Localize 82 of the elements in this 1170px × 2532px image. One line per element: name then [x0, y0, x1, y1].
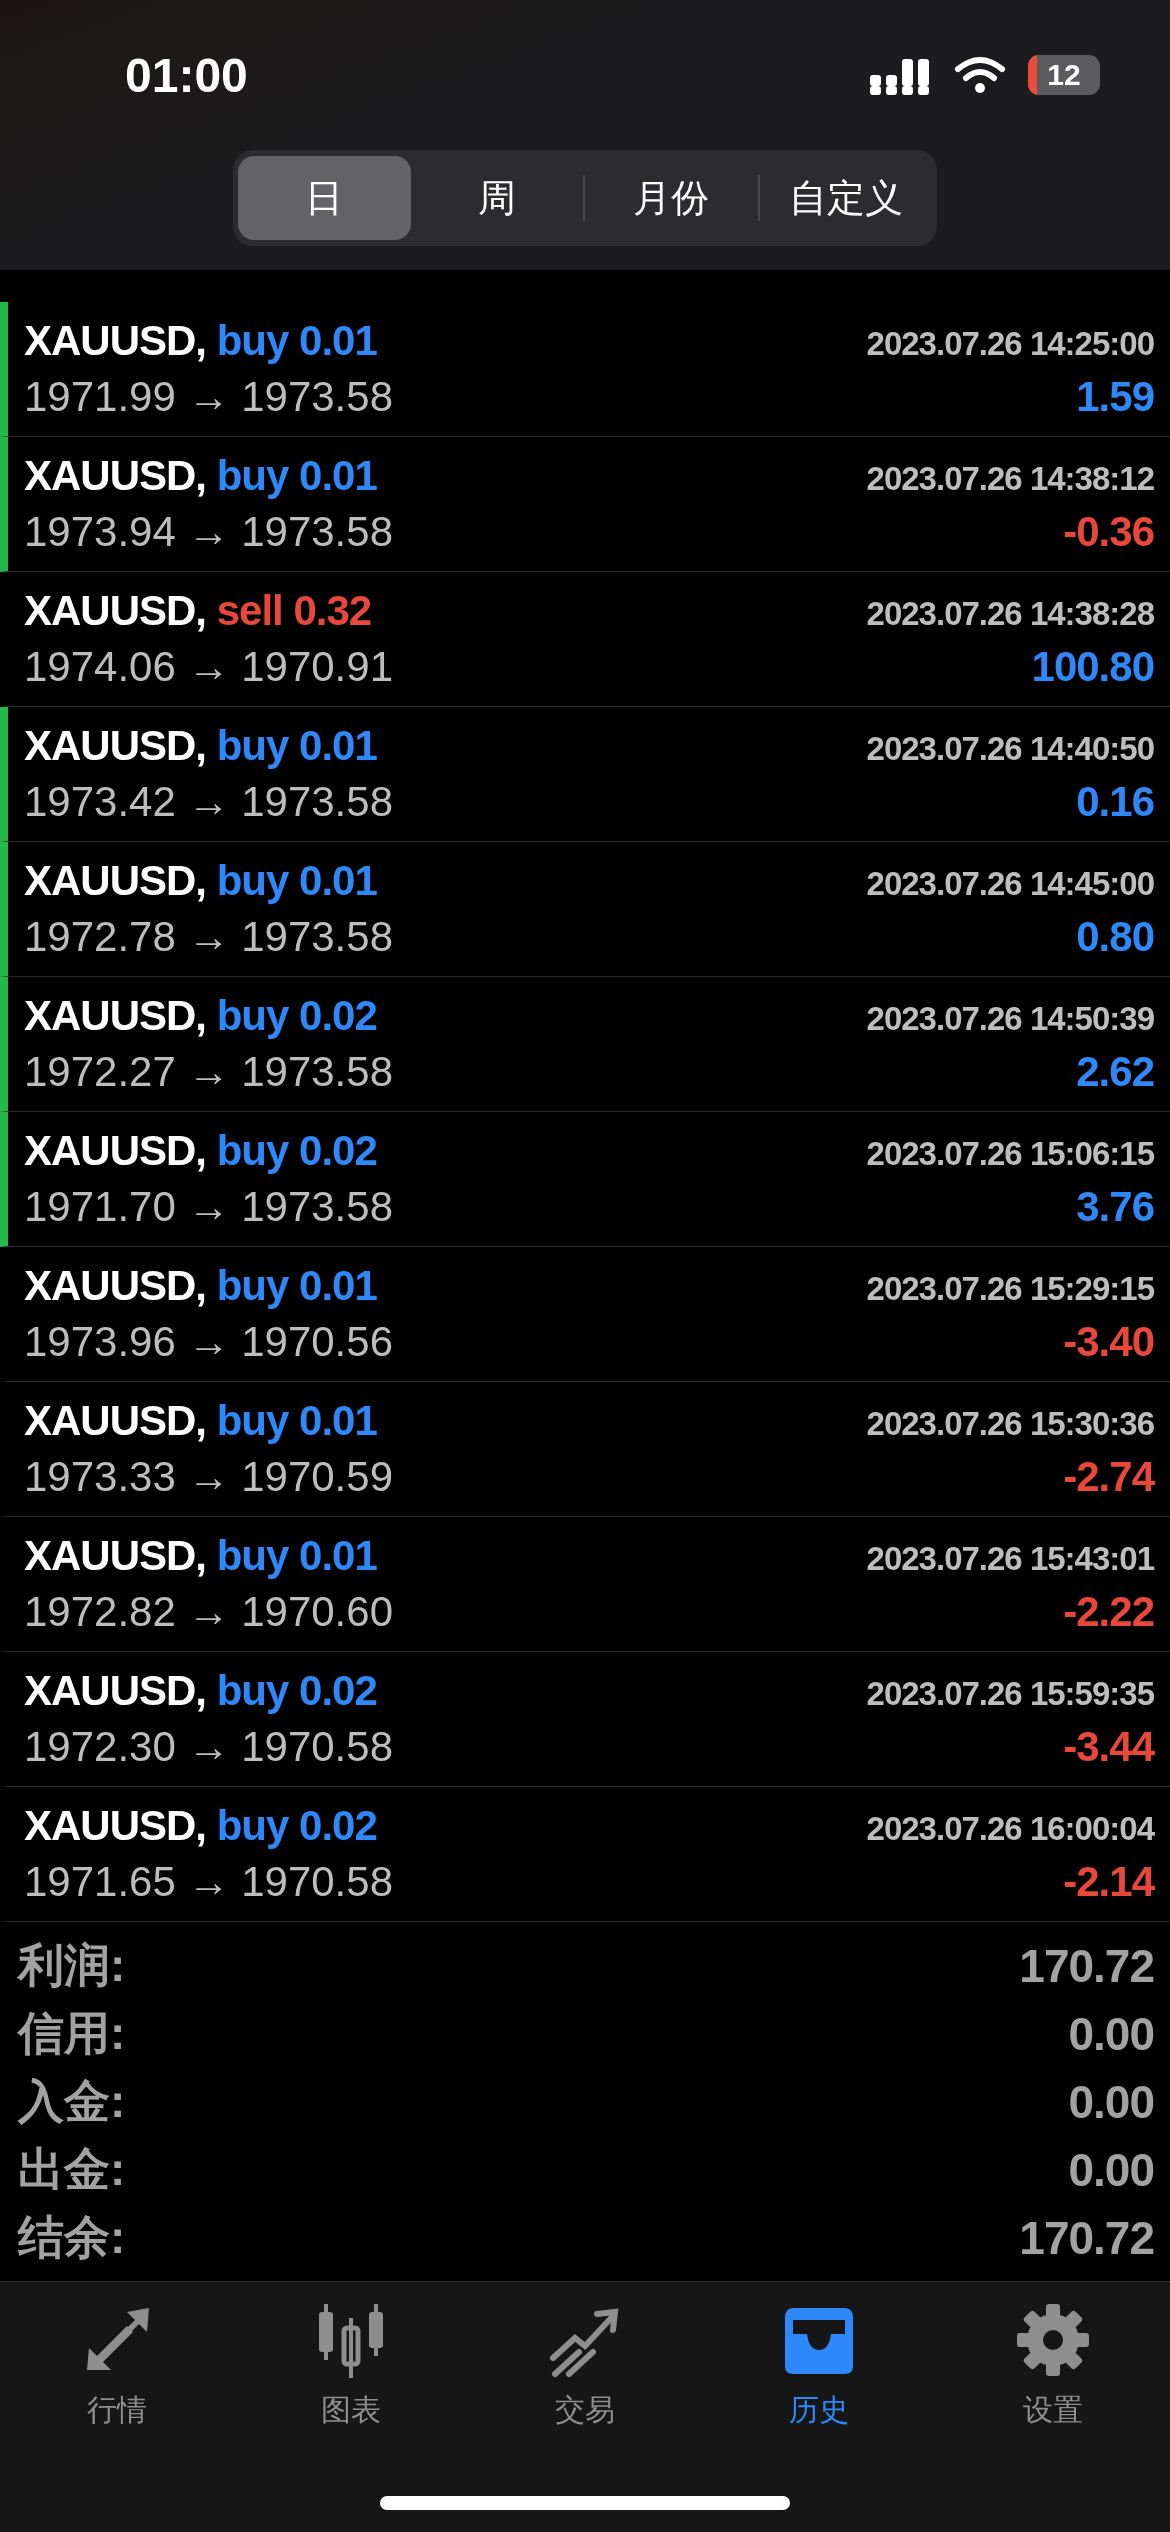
tab-bar-item[interactable]: 历史	[702, 2300, 936, 2431]
deal-title: XAUUSD, buy 0.01	[24, 452, 377, 500]
tab-bar-item[interactable]: 交易	[468, 2300, 702, 2431]
tab-bar-item[interactable]: 图表	[234, 2300, 468, 2431]
deal-time: 2023.07.26 14:38:28	[866, 595, 1154, 633]
deal-row[interactable]: XAUUSD, buy 0.01 2023.07.26 14:45:00 1972.78 → 1973.58 0.80	[0, 842, 1170, 977]
deal-profit: 0.80	[1076, 913, 1154, 961]
deal-prices: 1972.78 → 1973.58	[24, 913, 393, 961]
deal-time: 2023.07.26 14:38:12	[866, 460, 1154, 498]
wifi-icon	[954, 55, 1006, 95]
deal-row[interactable]: XAUUSD, buy 0.02 2023.07.26 15:59:35 1972.30 → 1970.58 -3.44	[0, 1652, 1170, 1787]
deal-title: XAUUSD, buy 0.01	[24, 1397, 377, 1445]
deal-prices: 1972.27 → 1973.58	[24, 1048, 393, 1096]
summary-value: 0.00	[1068, 2074, 1154, 2129]
deal-row[interactable]: XAUUSD, buy 0.02 2023.07.26 14:50:39 1972.27 → 1973.58 2.62	[0, 977, 1170, 1112]
deal-prices: 1971.99 → 1973.58	[24, 373, 393, 421]
deal-prices: 1972.82 → 1970.60	[24, 1588, 393, 1636]
deal-time: 2023.07.26 14:50:39	[866, 1000, 1154, 1038]
deal-profit: -3.40	[1063, 1318, 1154, 1366]
deal-time: 2023.07.26 16:00:04	[866, 1810, 1154, 1848]
summary-value: 0.00	[1068, 2006, 1154, 2061]
deal-profit: -2.14	[1063, 1858, 1154, 1906]
status-time: 01:00	[125, 47, 248, 103]
period-tab[interactable]: 月份	[585, 156, 758, 240]
deal-time: 2023.07.26 15:29:15	[866, 1270, 1154, 1308]
deal-title: XAUUSD, buy 0.02	[24, 1127, 377, 1175]
deal-title: XAUUSD, sell 0.32	[24, 587, 372, 635]
deal-row[interactable]: XAUUSD, buy 0.01 2023.07.26 15:30:36 1973.33 → 1970.59 -2.74	[0, 1382, 1170, 1517]
deal-profit: -2.74	[1063, 1453, 1154, 1501]
summary-label: 信用:	[18, 2005, 126, 2061]
deal-title: XAUUSD, buy 0.02	[24, 992, 377, 1040]
summary-label: 利润:	[18, 1937, 126, 1993]
deal-time: 2023.07.26 14:25:00	[866, 325, 1154, 363]
deal-title: XAUUSD, buy 0.01	[24, 1532, 377, 1580]
deal-profit: 2.62	[1076, 1048, 1154, 1096]
summary-label: 结余:	[18, 2209, 126, 2265]
deal-title: XAUUSD, buy 0.01	[24, 317, 377, 365]
deal-row[interactable]: XAUUSD, buy 0.01 2023.07.26 14:25:00 1971.99 → 1973.58 1.59	[0, 302, 1170, 437]
battery-icon: 12	[1028, 55, 1100, 95]
summary-value: 170.72	[1019, 2210, 1154, 2265]
deal-row[interactable]: XAUUSD, sell 0.32 2023.07.26 14:38:28 1974.06 → 1970.91 100.80	[0, 572, 1170, 707]
deal-time: 2023.07.26 15:43:01	[866, 1540, 1154, 1578]
deal-row[interactable]: XAUUSD, buy 0.01 2023.07.26 15:43:01 1972.82 → 1970.60 -2.22	[0, 1517, 1170, 1652]
deal-prices: 1971.70 → 1973.58	[24, 1183, 393, 1231]
deal-prices: 1973.42 → 1973.58	[24, 778, 393, 826]
deal-time: 2023.07.26 14:45:00	[866, 865, 1154, 903]
deal-title: XAUUSD, buy 0.01	[24, 857, 377, 905]
deal-title: XAUUSD, buy 0.01	[24, 722, 377, 770]
deal-title: XAUUSD, buy 0.02	[24, 1667, 377, 1715]
deal-profit: -3.44	[1063, 1723, 1154, 1771]
deal-profit: -2.22	[1063, 1588, 1154, 1636]
deal-row[interactable]: XAUUSD, buy 0.02 2023.07.26 16:00:04 1971.65 → 1970.58 -2.14	[0, 1787, 1170, 1922]
deal-profit: 1.59	[1076, 373, 1154, 421]
period-tab[interactable]: 日	[238, 156, 411, 240]
deal-row[interactable]: XAUUSD, buy 0.01 2023.07.26 14:40:50 1973.42 → 1973.58 0.16	[0, 707, 1170, 842]
period-tab[interactable]: 自定义	[759, 156, 932, 240]
deal-row[interactable]: XAUUSD, buy 0.02 2023.07.26 15:06:15 1971.70 → 1973.58 3.76	[0, 1112, 1170, 1247]
deal-title: XAUUSD, buy 0.01	[24, 1262, 377, 1310]
deal-profit: 0.16	[1076, 778, 1154, 826]
deal-time: 2023.07.26 15:06:15	[866, 1135, 1154, 1173]
summary-value: 170.72	[1019, 1938, 1154, 1993]
tab-bar-item[interactable]: 行情	[0, 2300, 234, 2431]
deal-profit: 100.80	[1031, 643, 1154, 691]
deal-profit: 3.76	[1076, 1183, 1154, 1231]
summary-label: 入金:	[18, 2073, 126, 2129]
summary-value: 0.00	[1068, 2142, 1154, 2197]
deal-prices: 1971.65 → 1970.58	[24, 1858, 393, 1906]
period-tab[interactable]: 周	[410, 156, 583, 240]
deal-title: XAUUSD, buy 0.02	[24, 1802, 377, 1850]
deal-time: 2023.07.26 15:30:36	[866, 1405, 1154, 1443]
summary-label: 出金:	[18, 2141, 126, 2197]
deal-prices: 1973.94 → 1973.58	[24, 508, 393, 556]
deal-time: 2023.07.26 15:59:35	[866, 1675, 1154, 1713]
tab-bar-item[interactable]: 设置	[936, 2300, 1170, 2431]
deal-prices: 1972.30 → 1970.58	[24, 1723, 393, 1771]
deal-prices: 1973.33 → 1970.59	[24, 1453, 393, 1501]
deal-prices: 1974.06 → 1970.91	[24, 643, 393, 691]
deal-row[interactable]: XAUUSD, buy 0.01 2023.07.26 15:29:15 1973.96 → 1970.56 -3.40	[0, 1247, 1170, 1382]
deal-row[interactable]: XAUUSD, buy 0.01 2023.07.26 14:38:12 1973.94 → 1973.58 -0.36	[0, 437, 1170, 572]
deal-profit: -0.36	[1063, 508, 1154, 556]
deal-prices: 1973.96 → 1970.56	[24, 1318, 393, 1366]
deal-time: 2023.07.26 14:40:50	[866, 730, 1154, 768]
